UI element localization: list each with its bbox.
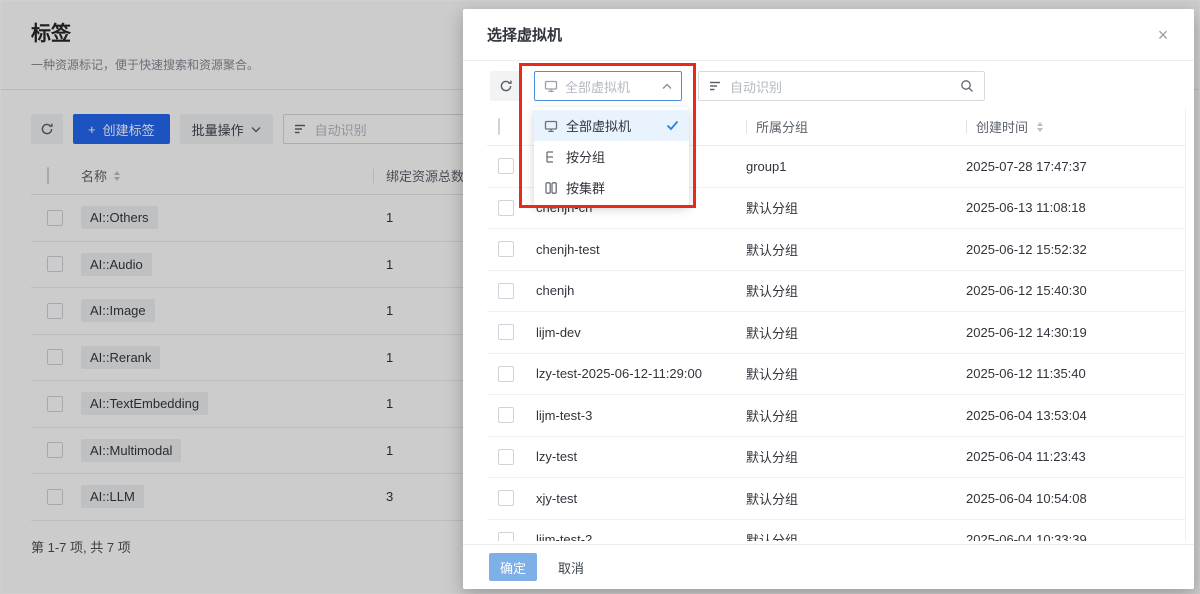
- cell-vm-group: 默认分组: [746, 198, 966, 217]
- cell-vm-time: 2025-06-13 11:08:18: [966, 200, 1185, 215]
- cell-vm-group: 默认分组: [746, 281, 966, 300]
- cell-vm-time: 2025-06-12 15:52:32: [966, 242, 1185, 257]
- cell-checkbox: [487, 407, 536, 423]
- close-icon[interactable]: ×: [1150, 22, 1176, 48]
- cell-checkbox: [487, 490, 536, 506]
- dropdown-item-按集群[interactable]: 按集群: [534, 172, 689, 203]
- refresh-icon: [499, 79, 513, 93]
- row-checkbox[interactable]: [498, 241, 514, 257]
- vm-table-row[interactable]: xjy-test默认分组2025-06-04 10:54:08: [487, 478, 1185, 520]
- cluster-icon: [544, 181, 558, 195]
- cell-vm-time: 2025-06-04 10:54:08: [966, 491, 1185, 506]
- ok-button[interactable]: 确定: [489, 553, 537, 581]
- vm-table-row[interactable]: chenjh默认分组2025-06-12 15:40:30: [487, 271, 1185, 313]
- group-tree-icon: [544, 150, 558, 164]
- cell-vm-group: group1: [746, 159, 966, 174]
- row-checkbox[interactable]: [498, 407, 514, 423]
- cell-vm-time: 2025-06-12 11:35:40: [966, 366, 1185, 381]
- filter-icon: [709, 80, 722, 92]
- cell-vm-name: chenjh-test: [536, 242, 746, 257]
- cell-checkbox: [487, 366, 536, 382]
- cell-vm-time: 2025-07-28 17:47:37: [966, 159, 1185, 174]
- cell-vm-name: lzy-test-2025-06-12-11:29:00: [536, 366, 746, 381]
- row-checkbox[interactable]: [498, 158, 514, 174]
- vm-search-placeholder: 自动识别: [730, 77, 782, 96]
- cell-vm-name: lzy-test: [536, 449, 746, 464]
- select-all-checkbox[interactable]: [498, 118, 500, 135]
- sort-time-control[interactable]: [1037, 122, 1043, 132]
- monitor-icon: [544, 119, 558, 133]
- cell-checkbox: [487, 283, 536, 299]
- row-checkbox[interactable]: [498, 324, 514, 340]
- modal-title: 选择虚拟机: [487, 24, 562, 45]
- column-divider: [746, 120, 747, 134]
- vm-table-row[interactable]: lijm-dev默认分组2025-06-12 14:30:19: [487, 312, 1185, 354]
- cell-checkbox: [487, 449, 536, 465]
- cell-checkbox: [487, 158, 536, 174]
- cell-vm-name: lijm-test-2: [536, 532, 746, 541]
- column-divider: [966, 120, 967, 134]
- vm-table-row[interactable]: lzy-test-2025-06-12-11:29:00默认分组2025-06-…: [487, 354, 1185, 396]
- cell-vm-group: 默认分组: [746, 447, 966, 466]
- cell-vm-time: 2025-06-04 10:33:39: [966, 532, 1185, 541]
- dropdown-item-按分组[interactable]: 按分组: [534, 141, 689, 172]
- vm-table-row[interactable]: lzy-test默认分组2025-06-04 11:23:43: [487, 437, 1185, 479]
- cell-vm-group: 默认分组: [746, 406, 966, 425]
- chevron-up-icon: [662, 83, 672, 90]
- vm-table-row[interactable]: lijm-test-2默认分组2025-06-04 10:33:39: [487, 520, 1185, 542]
- dropdown-item-label: 全部虚拟机: [566, 116, 631, 135]
- cancel-button[interactable]: 取消: [558, 558, 584, 577]
- cell-vm-name: lijm-dev: [536, 325, 746, 340]
- vm-scope-dropdown: 全部虚拟机按分组按集群: [534, 107, 689, 206]
- cell-checkbox: [487, 532, 536, 541]
- vm-table-row[interactable]: lijm-test-3默认分组2025-06-04 13:53:04: [487, 395, 1185, 437]
- cell-vm-time: 2025-06-04 11:23:43: [966, 449, 1185, 464]
- cell-vm-time: 2025-06-12 14:30:19: [966, 325, 1185, 340]
- dropdown-item-label: 按分组: [566, 147, 605, 166]
- row-checkbox[interactable]: [498, 490, 514, 506]
- cell-checkbox: [487, 200, 536, 216]
- cell-vm-name: xjy-test: [536, 491, 746, 506]
- row-checkbox[interactable]: [498, 532, 514, 541]
- row-checkbox[interactable]: [498, 449, 514, 465]
- dropdown-item-全部虚拟机[interactable]: 全部虚拟机: [534, 110, 689, 141]
- cell-vm-group: 默认分组: [746, 240, 966, 259]
- dropdown-item-label: 按集群: [566, 178, 605, 197]
- cell-vm-time: 2025-06-12 15:40:30: [966, 283, 1185, 298]
- cell-vm-name: lijm-test-3: [536, 408, 746, 423]
- row-checkbox[interactable]: [498, 200, 514, 216]
- col-group-label: 所属分组: [756, 117, 808, 136]
- cell-vm-group: 默认分组: [746, 323, 966, 342]
- cell-vm-time: 2025-06-04 13:53:04: [966, 408, 1185, 423]
- cell-checkbox: [487, 324, 536, 340]
- check-icon: [666, 120, 679, 131]
- vm-scope-value: 全部虚拟机: [565, 77, 630, 96]
- cell-vm-group: 默认分组: [746, 489, 966, 508]
- modal-refresh-button[interactable]: [490, 71, 522, 101]
- cell-vm-group: 默认分组: [746, 530, 966, 541]
- vm-search-input[interactable]: 自动识别: [698, 71, 985, 101]
- col-time-label: 创建时间: [976, 117, 1028, 136]
- cell-vm-group: 默认分组: [746, 364, 966, 383]
- row-checkbox[interactable]: [498, 366, 514, 382]
- modal-header: 选择虚拟机: [463, 9, 1194, 61]
- magnifier-icon[interactable]: [960, 79, 974, 93]
- vm-scope-select[interactable]: 全部虚拟机: [534, 71, 682, 101]
- vm-table-row[interactable]: chenjh-test默认分组2025-06-12 15:52:32: [487, 229, 1185, 271]
- modal-footer: 确定 取消: [463, 544, 1194, 589]
- cell-vm-name: chenjh: [536, 283, 746, 298]
- cell-checkbox: [487, 241, 536, 257]
- screen: 标签 一种资源标记，便于快速搜索和资源聚合。 + 创建标签 批量操作: [0, 0, 1200, 594]
- monitor-icon: [544, 79, 558, 93]
- row-checkbox[interactable]: [498, 283, 514, 299]
- select-vm-modal: 选择虚拟机 × 全部虚拟机 自: [463, 9, 1194, 589]
